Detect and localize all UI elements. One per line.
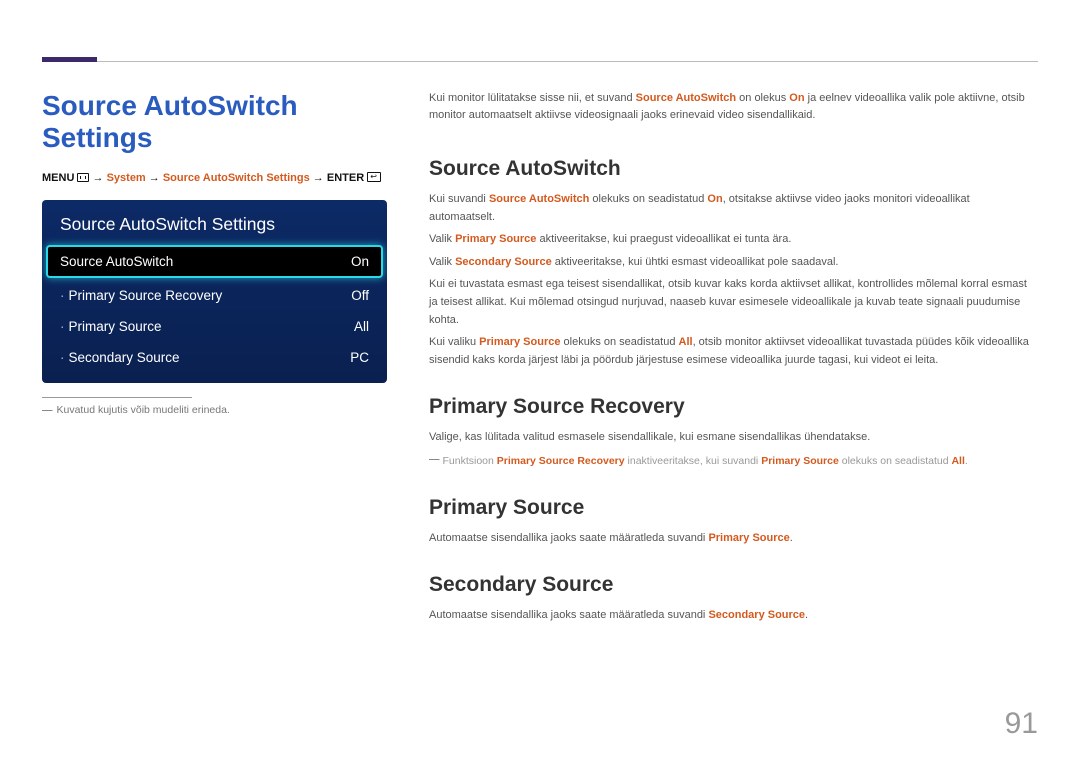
osd-row-secondary-source[interactable]: ·Secondary Source PC <box>42 342 387 373</box>
osd-row-value: On <box>351 254 369 269</box>
osd-row-value: All <box>354 319 369 334</box>
osd-row-label: ·Primary Source Recovery <box>60 288 222 303</box>
osd-row-label: Source AutoSwitch <box>60 254 173 269</box>
right-column: Kui monitor lülitatakse sisse nii, et su… <box>429 90 1038 630</box>
path-system: System <box>107 172 146 184</box>
menu-path: MENU → System → Source AutoSwitch Settin… <box>42 172 387 184</box>
body-text: Valik Secondary Source aktiveeritakse, k… <box>429 254 1038 272</box>
osd-row-primary-source[interactable]: ·Primary Source All <box>42 311 387 342</box>
path-item: Source AutoSwitch Settings <box>163 172 310 184</box>
dot-icon: · <box>60 319 65 334</box>
body-text: Valik Primary Source aktiveeritakse, kui… <box>429 231 1038 249</box>
arrow-icon: → <box>93 172 104 184</box>
osd-row-primary-source-recovery[interactable]: ·Primary Source Recovery Off <box>42 280 387 311</box>
body-text: Valige, kas lülitada valitud esmasele si… <box>429 429 1038 447</box>
page-number: 91 <box>1005 707 1038 741</box>
dot-icon: · <box>60 350 65 365</box>
osd-panel: Source AutoSwitch Settings Source AutoSw… <box>42 200 387 383</box>
body-text: Kui suvandi Source AutoSwitch olekuks on… <box>429 191 1038 226</box>
menu-icon <box>77 173 89 182</box>
osd-row-value: Off <box>351 288 369 303</box>
page-title: Source AutoSwitch Settings <box>42 90 387 154</box>
arrow-icon: → <box>313 172 324 184</box>
osd-row-source-autoswitch[interactable]: Source AutoSwitch On <box>48 247 381 276</box>
menu-label: MENU <box>42 172 74 184</box>
body-text: Kui valiku Primary Source olekuks on sea… <box>429 334 1038 369</box>
page-content: Source AutoSwitch Settings MENU → System… <box>0 62 1080 630</box>
arrow-icon: → <box>149 172 160 184</box>
body-text: Automaatse sisendallika jaoks saate määr… <box>429 607 1038 625</box>
dash-icon: ― <box>429 453 440 465</box>
enter-icon <box>367 172 381 182</box>
section-heading-primary-source-recovery: Primary Source Recovery <box>429 395 1038 419</box>
header-rule <box>42 0 1038 62</box>
section-heading-source-autoswitch: Source AutoSwitch <box>429 157 1038 181</box>
osd-title: Source AutoSwitch Settings <box>42 200 387 247</box>
note-text: ―Funktsioon Primary Source Recovery inak… <box>429 452 1038 470</box>
body-text: Automaatse sisendallika jaoks saate määr… <box>429 530 1038 548</box>
intro-paragraph: Kui monitor lülitatakse sisse nii, et su… <box>429 90 1038 123</box>
osd-row-label: ·Secondary Source <box>60 350 180 365</box>
dash-icon: ― <box>42 404 53 416</box>
dot-icon: · <box>60 288 65 303</box>
osd-row-value: PC <box>350 350 369 365</box>
footnote: ―Kuvatud kujutis võib mudeliti erineda. <box>42 404 387 416</box>
body-text: Kui ei tuvastata esmast ega teisest sise… <box>429 276 1038 329</box>
left-column: Source AutoSwitch Settings MENU → System… <box>42 90 387 630</box>
enter-label: ENTER <box>327 172 364 184</box>
footnote-rule <box>42 397 192 398</box>
section-heading-secondary-source: Secondary Source <box>429 573 1038 597</box>
section-heading-primary-source: Primary Source <box>429 496 1038 520</box>
osd-row-label: ·Primary Source <box>60 319 162 334</box>
